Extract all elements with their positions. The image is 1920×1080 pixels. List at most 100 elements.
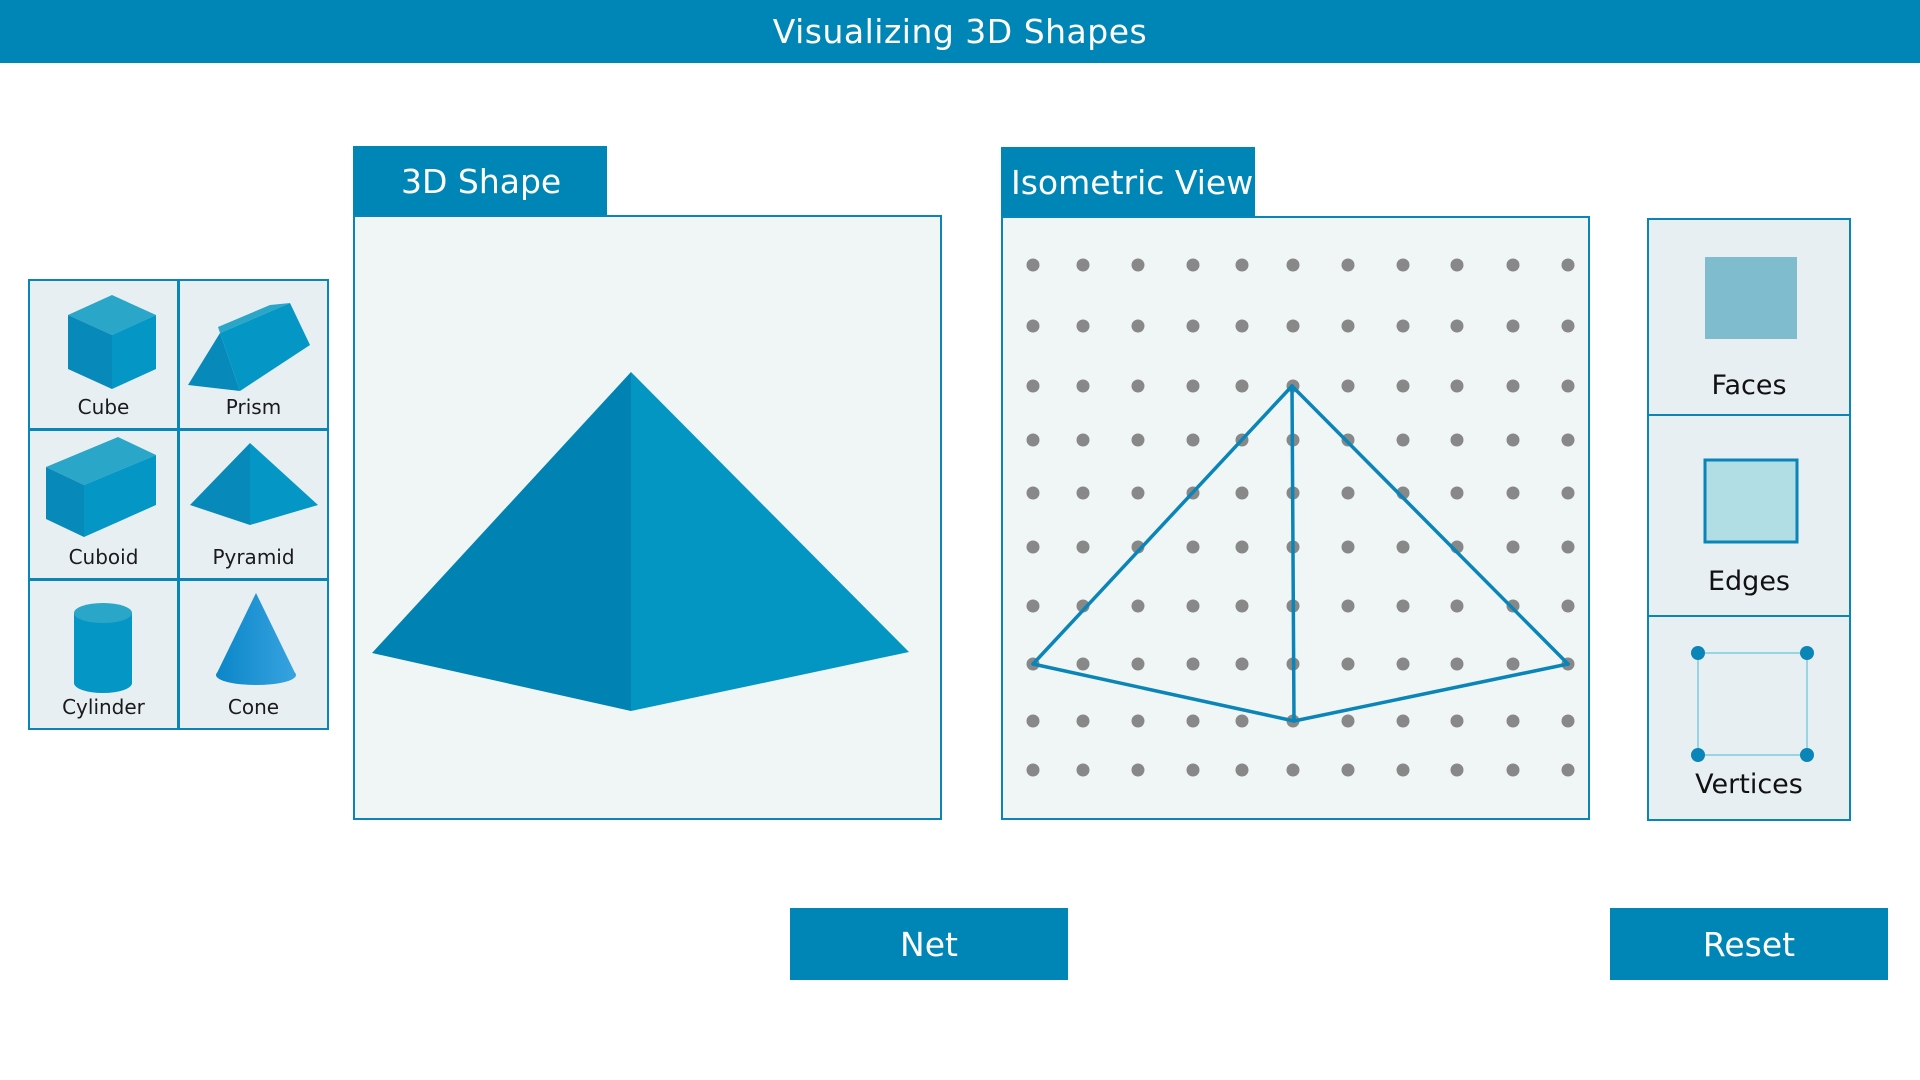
shape-palette: Cube Prism Cuboid Pyramid Cylinder Cone — [28, 279, 331, 730]
grid-dot — [1131, 433, 1145, 447]
grid-dot — [1235, 379, 1249, 393]
vertices-option[interactable]: Vertices — [1649, 617, 1849, 821]
pyramid-edge-line — [1290, 384, 1570, 666]
grid-dot — [1076, 540, 1090, 554]
tab-isometric-view-label: Isometric View — [1011, 162, 1254, 202]
grid-dot — [1076, 379, 1090, 393]
grid-dot — [1341, 599, 1355, 613]
isometric-dot-grid[interactable] — [1003, 218, 1588, 818]
shape-option-label: Cube — [77, 395, 130, 419]
properties-panel: Faces Edges Vertices — [1647, 218, 1851, 821]
isometric-panel[interactable] — [1001, 216, 1590, 820]
pyramid-edge-line — [1031, 384, 1294, 666]
grid-dot — [1131, 486, 1145, 500]
grid-dot — [1561, 714, 1575, 728]
grid-dot — [1341, 657, 1355, 671]
grid-dot — [1076, 714, 1090, 728]
reset-button[interactable]: Reset — [1610, 908, 1888, 980]
grid-dot — [1026, 433, 1040, 447]
grid-dot — [1235, 319, 1249, 333]
grid-dot — [1450, 379, 1464, 393]
grid-dot — [1341, 763, 1355, 777]
grid-dot — [1186, 540, 1200, 554]
pyramid-edge-line — [1290, 384, 1296, 723]
grid-dot — [1186, 763, 1200, 777]
shape-option-label: Prism — [225, 395, 282, 419]
grid-dot — [1026, 379, 1040, 393]
shape-option-label: Cuboid — [68, 545, 139, 569]
grid-dot — [1506, 540, 1520, 554]
grid-dot — [1235, 540, 1249, 554]
grid-dot — [1235, 714, 1249, 728]
pyramid-3d-view — [372, 372, 909, 711]
grid-dot — [1450, 599, 1464, 613]
grid-dot — [1450, 319, 1464, 333]
grid-dot — [1026, 486, 1040, 500]
shape-option-cuboid[interactable]: Cuboid — [28, 429, 179, 580]
grid-dot — [1561, 319, 1575, 333]
grid-dot — [1286, 319, 1300, 333]
grid-dot — [1076, 433, 1090, 447]
shape-option-cone[interactable]: Cone — [178, 579, 329, 730]
tab-3d-shape-label: 3D Shape — [401, 161, 562, 201]
grid-dot — [1341, 714, 1355, 728]
grid-dot — [1026, 714, 1040, 728]
grid-dot — [1561, 763, 1575, 777]
grid-dot — [1131, 379, 1145, 393]
grid-dot — [1396, 657, 1410, 671]
grid-dot — [1131, 714, 1145, 728]
grid-dot — [1026, 599, 1040, 613]
edges-label: Edges — [1707, 566, 1790, 597]
shape-option-pyramid[interactable]: Pyramid — [178, 429, 329, 580]
app-title: Visualizing 3D Shapes — [772, 12, 1148, 51]
shape-option-label: Pyramid — [212, 545, 295, 569]
grid-dot — [1076, 763, 1090, 777]
grid-dot — [1506, 486, 1520, 500]
faces-option[interactable]: Faces — [1649, 220, 1849, 416]
faces-label: Faces — [1711, 370, 1787, 401]
grid-dot — [1286, 258, 1300, 272]
pyramid-edge-line — [1292, 662, 1570, 723]
grid-dot — [1396, 319, 1410, 333]
grid-dot — [1131, 599, 1145, 613]
grid-dot — [1186, 379, 1200, 393]
grid-dot — [1186, 657, 1200, 671]
grid-dot — [1396, 599, 1410, 613]
grid-dot — [1235, 486, 1249, 500]
tab-isometric-view: Isometric View — [1001, 147, 1255, 217]
grid-dot — [1396, 258, 1410, 272]
grid-dot — [1396, 540, 1410, 554]
grid-dot — [1235, 599, 1249, 613]
shape-option-prism[interactable]: Prism — [178, 279, 329, 430]
shape-option-cylinder[interactable]: Cylinder — [28, 579, 179, 730]
edges-option[interactable]: Edges — [1649, 416, 1849, 617]
grid-dot — [1026, 540, 1040, 554]
grid-dot — [1450, 258, 1464, 272]
grid-dot — [1450, 657, 1464, 671]
grid-dot — [1506, 258, 1520, 272]
shape-option-label: Cylinder — [62, 695, 145, 719]
grid-dot — [1506, 433, 1520, 447]
grid-dot — [1026, 763, 1040, 777]
grid-dot — [1561, 540, 1575, 554]
grid-dot — [1186, 599, 1200, 613]
pyramid-left-face — [372, 372, 631, 711]
shape-option-cube[interactable]: Cube — [28, 279, 179, 430]
app-title-bar: Visualizing 3D Shapes — [0, 0, 1920, 63]
net-button[interactable]: Net — [790, 908, 1068, 980]
grid-dot — [1235, 657, 1249, 671]
pyramid-edge-line — [1031, 662, 1296, 723]
grid-dot — [1186, 714, 1200, 728]
grid-dot — [1131, 319, 1145, 333]
grid-dot — [1076, 486, 1090, 500]
grid-dot — [1186, 258, 1200, 272]
shape-3d-panel — [353, 215, 942, 820]
vertices-label: Vertices — [1695, 769, 1803, 800]
grid-dot — [1076, 319, 1090, 333]
shape-option-label: Cone — [227, 695, 280, 719]
grid-dot — [1450, 433, 1464, 447]
grid-dot — [1131, 657, 1145, 671]
grid-dot — [1341, 540, 1355, 554]
grid-dot — [1026, 258, 1040, 272]
grid-dot — [1450, 714, 1464, 728]
